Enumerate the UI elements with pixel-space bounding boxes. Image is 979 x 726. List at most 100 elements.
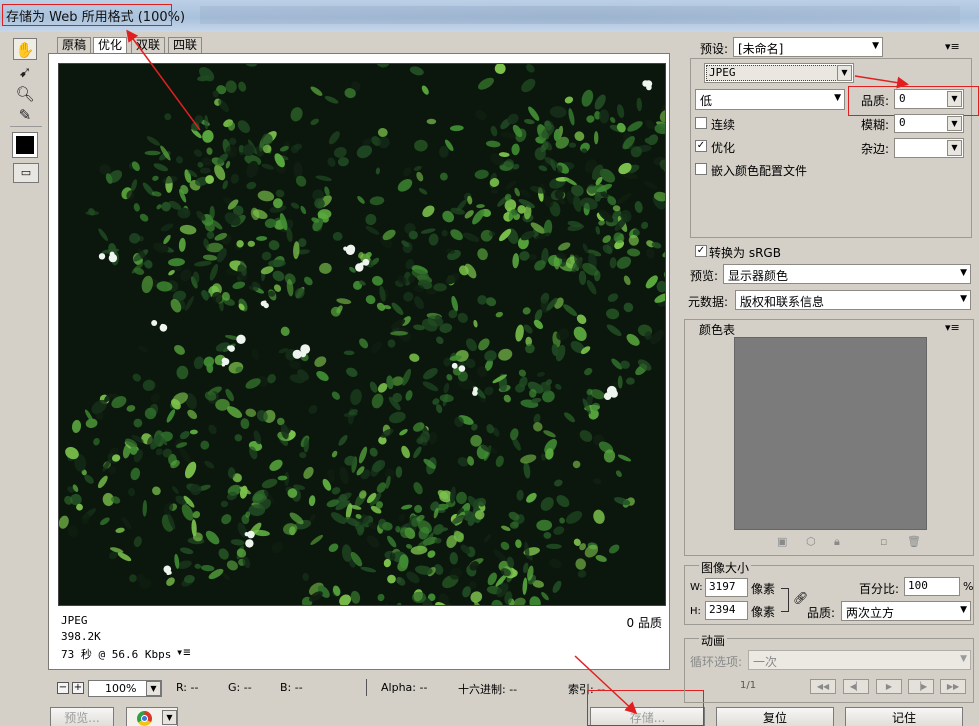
quality-input[interactable]: 0 ▼	[894, 89, 964, 109]
tab-4up[interactable]: 四联	[168, 37, 203, 54]
width-input[interactable]: 3197	[705, 578, 748, 597]
color-table-area[interactable]	[734, 337, 927, 530]
image-size-title: 图像大小	[699, 559, 752, 576]
quality-level-value: 低	[700, 94, 713, 108]
metadata-label: 元数据:	[688, 295, 729, 309]
resample-quality-label: 品质:	[807, 606, 836, 620]
zoom-level-select[interactable]: 100% ▼	[88, 680, 162, 697]
width-unit: 像素	[751, 582, 776, 596]
status-b: B: --	[280, 681, 303, 694]
annotation-box-title	[2, 4, 172, 26]
remember-button[interactable]: 记住	[845, 707, 963, 726]
browser-icon-center	[141, 715, 148, 722]
color-table-menu-icon[interactable]: ▾≡	[945, 321, 960, 334]
link-icon[interactable]: 🔗︎	[793, 591, 808, 605]
height-unit: 像素	[751, 605, 776, 619]
reset-button[interactable]: 复位	[716, 707, 834, 726]
quality-value: 0	[899, 92, 906, 105]
blur-value: 0	[899, 116, 906, 129]
new-color-icon[interactable]: ▫	[880, 535, 887, 548]
info-download-time: 73 秒 @ 56.6 Kbps	[61, 648, 172, 661]
tree-foliage-image	[59, 64, 665, 605]
chevron-down-icon[interactable]: ▼	[146, 681, 161, 696]
preview-button[interactable]: 预览...	[50, 707, 114, 726]
color-table-title: 颜色表	[699, 323, 736, 337]
convert-srgb-label: 转换为 sRGB	[709, 246, 781, 260]
eyedropper-tool-icon[interactable]: ✎	[13, 104, 37, 126]
blur-label: 模糊:	[861, 118, 890, 132]
chevron-down-icon: ▼	[960, 268, 967, 278]
map-to-transparent-icon[interactable]: ▣	[777, 535, 787, 548]
info-format: JPEG	[61, 614, 88, 627]
status-r: R: --	[176, 681, 199, 694]
preview-image[interactable]	[58, 63, 666, 606]
preset-value: [未命名]	[738, 42, 784, 56]
loop-options-select[interactable]: 一次 ▼	[748, 650, 971, 670]
title-bar-background	[200, 6, 960, 24]
zoom-in-button[interactable]: +	[72, 682, 84, 694]
constrain-bracket	[781, 588, 789, 612]
chevron-down-icon: ▼	[947, 116, 962, 131]
format-value: JPEG	[709, 66, 736, 79]
animation-title: 动画	[699, 632, 728, 649]
status-g: G: --	[228, 681, 252, 694]
optimized-checkbox[interactable]: ✓	[695, 140, 707, 152]
progressive-label: 连续	[711, 118, 736, 132]
metadata-value: 版权和联系信息	[740, 295, 825, 309]
image-info-panel: JPEG 398.2K 73 秒 @ 56.6 Kbps ▾≡ 0 品质	[61, 612, 666, 661]
previous-frame-icon[interactable]: ◀▏	[843, 679, 869, 694]
browser-select[interactable]: ▼	[126, 707, 178, 726]
web-snap-icon[interactable]: ⬡	[806, 535, 816, 548]
preset-label: 预设:	[700, 42, 729, 56]
slice-select-tool-icon[interactable]: ➹	[13, 61, 37, 83]
eyedropper-color-box[interactable]	[12, 132, 38, 158]
preview-mode-label: 预览:	[690, 269, 719, 283]
preview-mode-value: 显示器颜色	[728, 269, 789, 283]
preview-mode-select[interactable]: 显示器颜色 ▼	[723, 264, 971, 284]
lock-color-icon[interactable]: 🔒︎	[834, 535, 840, 549]
first-frame-icon[interactable]: ◀◀	[810, 679, 836, 694]
blur-input[interactable]: 0 ▼	[894, 114, 964, 133]
width-value: 3197	[709, 580, 736, 593]
height-input[interactable]: 2394	[705, 601, 748, 620]
quality-level-select[interactable]: 低 ▼	[695, 89, 845, 110]
trash-icon[interactable]: 🗑︎	[907, 535, 921, 548]
info-quality: 0 品质	[626, 616, 662, 630]
loop-options-value: 一次	[753, 655, 778, 669]
matte-select[interactable]: ▼	[894, 138, 964, 158]
percent-input[interactable]: 100	[904, 577, 960, 596]
status-divider	[366, 679, 367, 696]
embed-profile-label: 嵌入颜色配置文件	[711, 164, 808, 178]
preset-select[interactable]: [未命名] ▼	[733, 37, 883, 57]
embed-profile-checkbox[interactable]	[695, 163, 707, 175]
convert-srgb-checkbox[interactable]: ✓	[695, 245, 707, 257]
info-file-size: 398.2K	[61, 630, 101, 643]
zoom-tool-icon[interactable]: 🔍︎	[13, 83, 37, 105]
toolbox-divider	[10, 126, 42, 127]
zoom-level-value: 100%	[105, 682, 137, 695]
play-icon[interactable]: ▶	[876, 679, 902, 694]
progressive-checkbox[interactable]	[695, 117, 707, 129]
status-alpha: Alpha: --	[381, 681, 428, 694]
eyedropper-color-swatch	[16, 136, 34, 154]
metadata-select[interactable]: 版权和联系信息 ▼	[735, 290, 971, 310]
optimize-menu-icon[interactable]: ▾≡	[945, 40, 960, 53]
resample-quality-select[interactable]: 两次立方 ▼	[841, 601, 971, 621]
zoom-out-button[interactable]: −	[57, 682, 69, 694]
chevron-down-icon: ▼	[837, 65, 852, 81]
download-speed-menu-icon[interactable]: ▾≡	[176, 645, 190, 659]
quality-label: 品质:	[861, 94, 890, 108]
format-select[interactable]: JPEG ▼	[704, 63, 854, 83]
loop-options-label: 循环选项:	[690, 655, 743, 669]
chevron-down-icon[interactable]: ▼	[162, 710, 177, 725]
resample-quality-value: 两次立方	[846, 606, 895, 620]
height-label: H:	[690, 606, 701, 617]
toggle-slices-visibility-icon[interactable]: ▭	[13, 163, 39, 183]
tab-2up[interactable]: 双联	[131, 37, 166, 54]
chevron-down-icon: ▼	[872, 41, 879, 51]
tab-original[interactable]: 原稿	[57, 37, 92, 54]
last-frame-icon[interactable]: ▶▶	[940, 679, 966, 694]
hand-tool-icon[interactable]: ✋	[13, 38, 37, 60]
percent-value: 100	[908, 579, 928, 592]
next-frame-icon[interactable]: ▕▶	[908, 679, 934, 694]
